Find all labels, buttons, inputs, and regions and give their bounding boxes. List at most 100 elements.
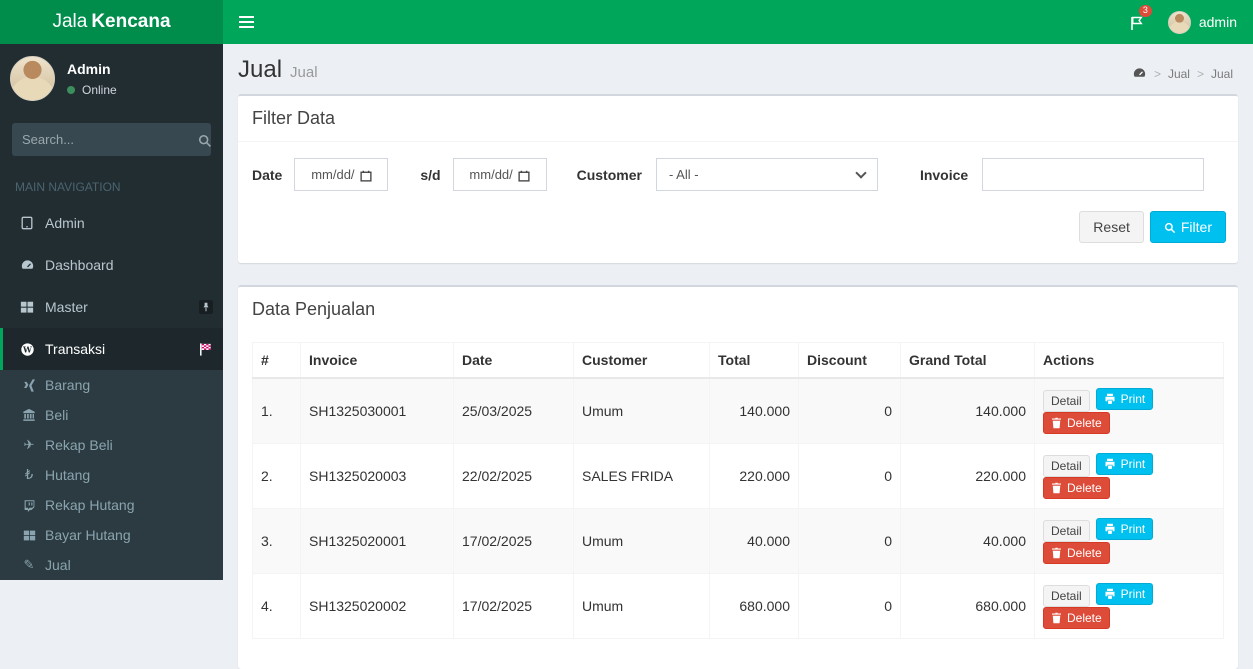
content-header: Jual Jual > Jual > Jual <box>223 44 1253 94</box>
cell-date: 22/02/2025 <box>454 444 574 509</box>
cell-discount: 0 <box>799 509 901 574</box>
sidebar-subitem-jual[interactable]: ✎ Jual <box>0 550 223 580</box>
invoice-label: Invoice <box>920 167 968 183</box>
th-large-icon <box>15 300 39 314</box>
breadcrumb: > Jual > Jual <box>1132 66 1233 81</box>
user-panel: Admin Online <box>0 44 223 113</box>
table-header--: # <box>253 343 301 379</box>
wordpress-icon: W <box>15 342 39 357</box>
delete-button[interactable]: Delete <box>1043 607 1110 629</box>
windows-icon <box>18 529 40 542</box>
cell-customer: Umum <box>574 509 710 574</box>
cell-actions: Detail Print Delete <box>1035 574 1224 639</box>
delete-button[interactable]: Delete <box>1043 412 1110 434</box>
sidebar-item-dashboard[interactable]: Dashboard <box>0 244 223 286</box>
filter-form: Date mm/dd/ s/d mm/dd/ Customer - All - … <box>238 142 1238 191</box>
table-header-actions: Actions <box>1035 343 1224 379</box>
search-icon <box>1164 219 1176 235</box>
calendar-icon[interactable] <box>518 167 530 182</box>
chevron-down-icon <box>855 167 866 178</box>
cell-total: 140.000 <box>710 378 799 444</box>
sales-table: #InvoiceDateCustomerTotalDiscountGrand T… <box>252 342 1224 639</box>
sidebar-item-admin[interactable]: Admin <box>0 202 223 244</box>
cell-no: 2. <box>253 444 301 509</box>
sidebar-subitem-rekap-beli[interactable]: ✈ Rekap Beli <box>0 430 223 460</box>
filter-box-title: Filter Data <box>238 96 1238 142</box>
search-input[interactable] <box>22 132 198 147</box>
calendar-icon[interactable] <box>360 167 372 182</box>
navbar-avatar <box>1168 11 1191 34</box>
delete-button[interactable]: Delete <box>1043 477 1110 499</box>
cell-no: 3. <box>253 509 301 574</box>
table-header-grand-total: Grand Total <box>901 343 1035 379</box>
cell-discount: 0 <box>799 444 901 509</box>
cell-total: 220.000 <box>710 444 799 509</box>
invoice-input[interactable] <box>982 158 1204 191</box>
delete-button[interactable]: Delete <box>1043 542 1110 564</box>
trash-icon <box>1051 547 1062 559</box>
reset-button[interactable]: Reset <box>1079 211 1144 243</box>
tablet-icon <box>15 216 39 230</box>
cell-discount: 0 <box>799 378 901 444</box>
date-from-input[interactable]: mm/dd/ <box>294 158 388 191</box>
sidebar-subitem-hutang[interactable]: ₺ Hutang <box>0 460 223 490</box>
cell-discount: 0 <box>799 574 901 639</box>
sidebar-subitem-bayar-hutang[interactable]: Bayar Hutang <box>0 520 223 550</box>
dashboard-icon[interactable] <box>1132 66 1147 81</box>
print-button[interactable]: Print <box>1096 518 1154 540</box>
detail-button[interactable]: Detail <box>1043 520 1090 542</box>
print-button[interactable]: Print <box>1096 583 1154 605</box>
cell-customer: SALES FRIDA <box>574 444 710 509</box>
lira-icon: ₺ <box>18 469 40 482</box>
cell-actions: Detail Print Delete <box>1035 378 1224 444</box>
print-button[interactable]: Print <box>1096 453 1154 475</box>
cell-grand-total: 680.000 <box>901 574 1035 639</box>
user-menu[interactable]: admin <box>1158 0 1253 44</box>
page-title: Jual <box>238 56 282 83</box>
hamburger-icon <box>239 16 254 18</box>
avatar <box>10 56 55 101</box>
date-to-input[interactable]: mm/dd/ <box>453 158 547 191</box>
table-row: 3. SH1325020001 17/02/2025 Umum 40.000 0… <box>253 509 1224 574</box>
breadcrumb-item[interactable]: Jual <box>1211 67 1233 81</box>
table-header-discount: Discount <box>799 343 901 379</box>
sidebar-subitem-rekap-hutang[interactable]: Rekap Hutang <box>0 490 223 520</box>
plane-icon: ✈ <box>18 439 40 452</box>
print-button[interactable]: Print <box>1096 388 1154 410</box>
filter-button[interactable]: Filter <box>1150 211 1226 243</box>
online-dot-icon <box>67 86 75 94</box>
table-row: 1. SH1325030001 25/03/2025 Umum 140.000 … <box>253 378 1224 444</box>
sidebar-submenu: Barang Beli ✈ Rekap Beli ₺ Hutang Rekap … <box>0 370 223 580</box>
sidebar-toggle-button[interactable] <box>223 0 269 44</box>
brand-name-bold: Kencana <box>91 11 170 33</box>
sidebar-subitem-barang[interactable]: Barang <box>0 370 223 400</box>
brand-logo[interactable]: Jala Kencana <box>0 0 223 44</box>
detail-button[interactable]: Detail <box>1043 455 1090 477</box>
navbar-username: admin <box>1199 14 1237 30</box>
breadcrumb-item[interactable]: Jual <box>1168 67 1190 81</box>
bank-icon <box>18 408 40 422</box>
cell-invoice: SH1325030001 <box>301 378 454 444</box>
search-icon[interactable] <box>198 131 212 147</box>
table-row: 4. SH1325020002 17/02/2025 Umum 680.000 … <box>253 574 1224 639</box>
detail-button[interactable]: Detail <box>1043 585 1090 607</box>
filter-box: Filter Data Date mm/dd/ s/d mm/dd/ Custo… <box>238 94 1238 263</box>
cell-customer: Umum <box>574 378 710 444</box>
table-row: 2. SH1325020003 22/02/2025 SALES FRIDA 2… <box>253 444 1224 509</box>
printer-icon <box>1104 588 1116 600</box>
cell-invoice: SH1325020002 <box>301 574 454 639</box>
sidebar-item-master[interactable]: Master <box>0 286 223 328</box>
sidebar-subitem-beli[interactable]: Beli <box>0 400 223 430</box>
pencil-icon: ✎ <box>18 559 40 572</box>
sales-box: Data Penjualan #InvoiceDateCustomerTotal… <box>238 285 1238 669</box>
sidebar-item-transaksi[interactable]: W Transaksi <box>0 328 223 370</box>
notifications-menu[interactable]: 3 <box>1116 0 1158 44</box>
cell-actions: Detail Print Delete <box>1035 509 1224 574</box>
cell-total: 680.000 <box>710 574 799 639</box>
customer-select[interactable]: - All - <box>656 158 878 191</box>
table-header-date: Date <box>454 343 574 379</box>
detail-button[interactable]: Detail <box>1043 390 1090 412</box>
table-header-total: Total <box>710 343 799 379</box>
trash-icon <box>1051 417 1062 429</box>
cell-grand-total: 220.000 <box>901 444 1035 509</box>
